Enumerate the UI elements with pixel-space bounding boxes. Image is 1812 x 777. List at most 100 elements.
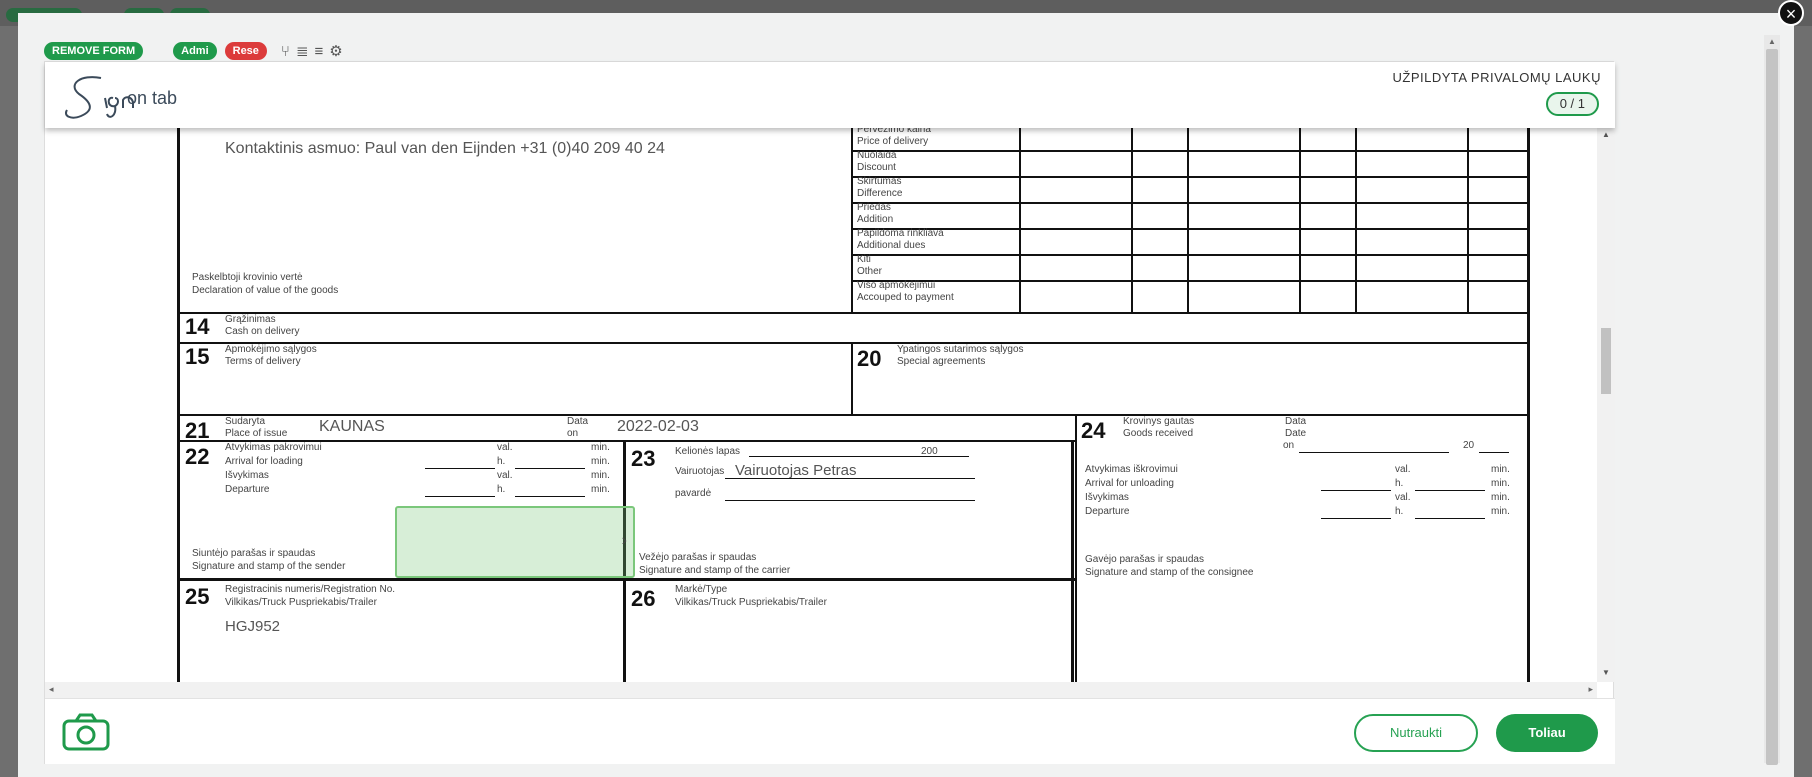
table-line bbox=[853, 280, 1529, 282]
terms-delivery-en: Terms of delivery bbox=[225, 356, 301, 367]
signature-field[interactable]: › bbox=[395, 506, 635, 578]
section-line bbox=[177, 312, 1529, 314]
date-label-lt: Data bbox=[567, 416, 589, 427]
fill-line bbox=[725, 478, 975, 479]
price-row-label: Nuolaida bbox=[857, 150, 897, 161]
unit-label: min. bbox=[591, 484, 610, 495]
section-number: 23 bbox=[631, 446, 656, 471]
outer-scrollbar[interactable]: ▲ bbox=[1764, 35, 1780, 765]
received-date-en: Date bbox=[1285, 428, 1307, 439]
section-line bbox=[1071, 440, 1074, 682]
scroll-left-icon[interactable]: ◂ bbox=[49, 684, 54, 695]
terms-delivery-lt: Apmokėjimo sąlygos bbox=[225, 344, 317, 355]
document-viewport[interactable]: Kontaktinis asmuo: Paul van den Eijnden … bbox=[45, 128, 1597, 682]
scroll-right-icon[interactable]: ▸ bbox=[1588, 684, 1593, 695]
unit-label: min. bbox=[1491, 506, 1510, 517]
s24-line: Arrival for unloading bbox=[1085, 478, 1174, 489]
document-horizontal-scrollbar[interactable]: ◂ ▸ bbox=[45, 682, 1597, 698]
next-button[interactable]: Toliau bbox=[1496, 714, 1598, 752]
remove-form-button[interactable]: REMOVE FORM bbox=[44, 42, 144, 60]
goods-received-en: Goods received bbox=[1123, 428, 1194, 439]
required-fields-counter: 0 / 1 bbox=[1545, 92, 1599, 116]
close-icon: × bbox=[1785, 4, 1797, 24]
table-line bbox=[1019, 128, 1021, 312]
table-line bbox=[1299, 128, 1301, 312]
sender-signature-lt: Siuntėjo parašas ir spaudas bbox=[192, 548, 316, 559]
section-number: 15 bbox=[185, 344, 210, 369]
section-number: 26 bbox=[631, 586, 656, 611]
declared-value-en: Declaration of value of the goods bbox=[192, 285, 339, 296]
section-number: 21 bbox=[185, 418, 210, 443]
list-icon[interactable]: ≣ bbox=[296, 42, 309, 60]
admin-button[interactable]: Admi bbox=[173, 42, 217, 60]
settings-icon[interactable]: ⚙ bbox=[329, 42, 342, 60]
registration-label-en: Vilkikas/Truck Puspriekabis/Trailer bbox=[225, 597, 377, 608]
s24-line: Atvykimas iškrovimui bbox=[1085, 464, 1178, 475]
cmr-document: Kontaktinis asmuo: Paul van den Eijnden … bbox=[45, 128, 1597, 682]
price-row-label: Addition bbox=[857, 214, 894, 225]
menu-icon[interactable]: ≡ bbox=[315, 43, 324, 60]
price-row-label: Viso apmokėjimui bbox=[857, 280, 936, 291]
chevron-right-icon: › bbox=[621, 532, 627, 549]
carrier-signature-lt: Vežėjo parašas ir spaudas bbox=[639, 552, 757, 563]
price-row-label: Additional dues bbox=[857, 240, 926, 251]
unit-label: h. bbox=[497, 456, 506, 467]
fill-line bbox=[1415, 518, 1485, 519]
scroll-up-icon[interactable]: ▲ bbox=[1768, 37, 1776, 46]
table-line bbox=[853, 228, 1529, 230]
scroll-down-icon[interactable]: ▼ bbox=[1602, 668, 1610, 677]
branch-icon[interactable]: ⑂ bbox=[281, 43, 290, 60]
fill-line bbox=[1479, 452, 1509, 453]
route-sheet-label: Kelionės lapas bbox=[675, 446, 741, 457]
price-row-label: Accouped to payment bbox=[857, 292, 954, 303]
s22-line: Arrival for loading bbox=[225, 456, 303, 467]
camera-icon[interactable] bbox=[61, 712, 111, 752]
fill-line bbox=[515, 468, 585, 469]
place-issue-lt: Sudaryta bbox=[225, 416, 266, 427]
registration-label-lt: Registracinis numeris/Registration No. bbox=[225, 584, 396, 595]
fill-line bbox=[1321, 518, 1391, 519]
reset-button[interactable]: Rese bbox=[224, 42, 267, 60]
fill-line bbox=[425, 496, 495, 497]
received-on: on bbox=[1283, 440, 1295, 451]
driver-label: Vairuotojas bbox=[675, 466, 725, 477]
date-label-en: on bbox=[567, 428, 579, 439]
cancel-button[interactable]: Nutraukti bbox=[1354, 714, 1478, 752]
price-row-label: Skirtumas bbox=[857, 176, 902, 187]
section-number: 20 bbox=[857, 346, 882, 371]
type-label-lt: Markė/Type bbox=[675, 584, 728, 595]
place-issue-value: KAUNAS bbox=[319, 418, 385, 435]
fill-line bbox=[725, 500, 975, 501]
document-vertical-scrollbar[interactable]: ▲ ▼ bbox=[1597, 128, 1615, 682]
price-row-label: Kiti bbox=[857, 254, 871, 265]
close-button[interactable]: × bbox=[1778, 0, 1804, 26]
price-row-label: Price of delivery bbox=[857, 136, 929, 147]
declared-value-lt: Paskelbtoji krovinio vertė bbox=[192, 272, 303, 283]
vertical-scroll-thumb[interactable] bbox=[1601, 328, 1611, 394]
table-line bbox=[853, 254, 1529, 256]
price-row-label: Papildoma rinkliava bbox=[857, 228, 944, 239]
border-line bbox=[851, 128, 853, 312]
contact-person: Kontaktinis asmuo: Paul van den Eijnden … bbox=[225, 140, 665, 157]
frame-header: on tab UŽPILDYTA PRIVALOMŲ LAUKŲ 0 / 1 bbox=[45, 62, 1615, 128]
table-line bbox=[1131, 128, 1133, 312]
fill-line bbox=[515, 496, 585, 497]
cash-on-delivery-en: Cash on delivery bbox=[225, 326, 300, 337]
unit-label: h. bbox=[1395, 478, 1404, 489]
driver-value: Vairuotojas Petras bbox=[735, 462, 857, 479]
section-number: 24 bbox=[1081, 418, 1106, 443]
cash-on-delivery-lt: Grąžinimas bbox=[225, 314, 276, 325]
section-line bbox=[177, 342, 1529, 344]
table-line bbox=[1467, 128, 1469, 312]
s22-line: Departure bbox=[225, 484, 270, 495]
special-agreements-en: Special agreements bbox=[897, 356, 986, 367]
price-row-label: Difference bbox=[857, 188, 903, 199]
outer-scroll-thumb[interactable] bbox=[1766, 49, 1778, 765]
section-number: 22 bbox=[185, 444, 210, 469]
price-row-label: Discount bbox=[857, 162, 896, 173]
unit-label: min. bbox=[1491, 478, 1510, 489]
table-line bbox=[1187, 128, 1189, 312]
scroll-up-icon[interactable]: ▲ bbox=[1602, 130, 1610, 139]
border-line bbox=[1527, 128, 1530, 682]
received-date-lt: Data bbox=[1285, 416, 1307, 427]
